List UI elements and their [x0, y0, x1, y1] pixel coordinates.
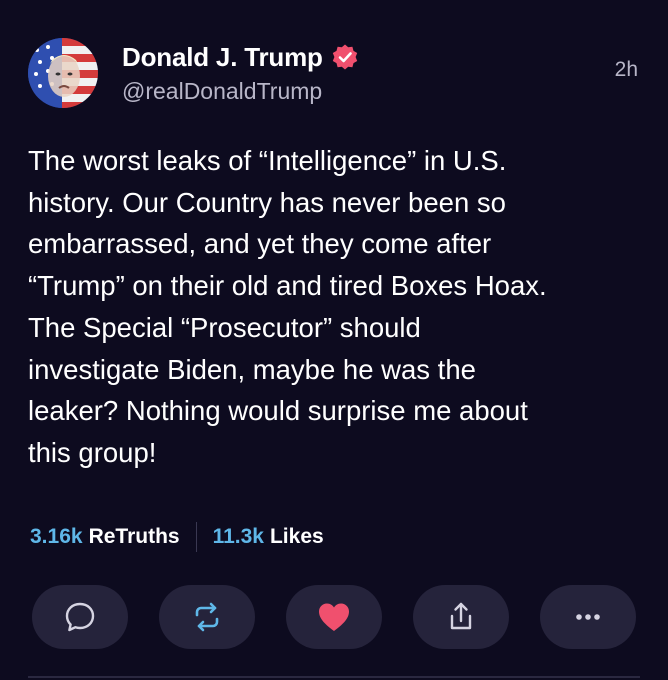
- retruth-button[interactable]: [159, 585, 255, 649]
- reply-icon: [65, 602, 95, 632]
- retruths-stat[interactable]: 3.16k ReTruths: [30, 525, 180, 549]
- bottom-divider: [28, 676, 640, 678]
- likes-label: Likes: [269, 525, 324, 548]
- post-timestamp[interactable]: 2h: [615, 58, 638, 82]
- likes-count: 11.3k: [212, 525, 264, 548]
- author-name[interactable]: Donald J. Trump: [122, 42, 323, 73]
- author-handle[interactable]: @realDonaldTrump: [122, 78, 322, 105]
- share-icon: [450, 602, 472, 630]
- action-bar: [32, 585, 638, 649]
- avatar-image: [28, 38, 98, 108]
- retruth-icon: [195, 602, 219, 632]
- share-button[interactable]: [413, 585, 509, 649]
- verified-badge-icon: [332, 44, 357, 70]
- reply-button[interactable]: [32, 585, 128, 649]
- retruths-label: ReTruths: [88, 525, 180, 548]
- likes-stat[interactable]: 11.3k Likes: [213, 525, 324, 549]
- post-body: The worst leaks of “Intelligence” in U.S…: [28, 145, 547, 468]
- like-heart-icon: [319, 603, 349, 631]
- more-icon: [576, 614, 600, 620]
- stats-divider: [195, 522, 197, 552]
- more-options-button[interactable]: [540, 585, 636, 649]
- retruths-count: 3.16k: [30, 525, 83, 548]
- post-stats: 3.16k ReTruths 11.3k Likes: [30, 520, 324, 554]
- author-row: Donald J. Trump: [122, 40, 359, 74]
- post-header: Donald J. Trump @realDonaldTrump 2h: [28, 30, 640, 110]
- avatar[interactable]: [28, 38, 98, 108]
- like-button[interactable]: [286, 585, 382, 649]
